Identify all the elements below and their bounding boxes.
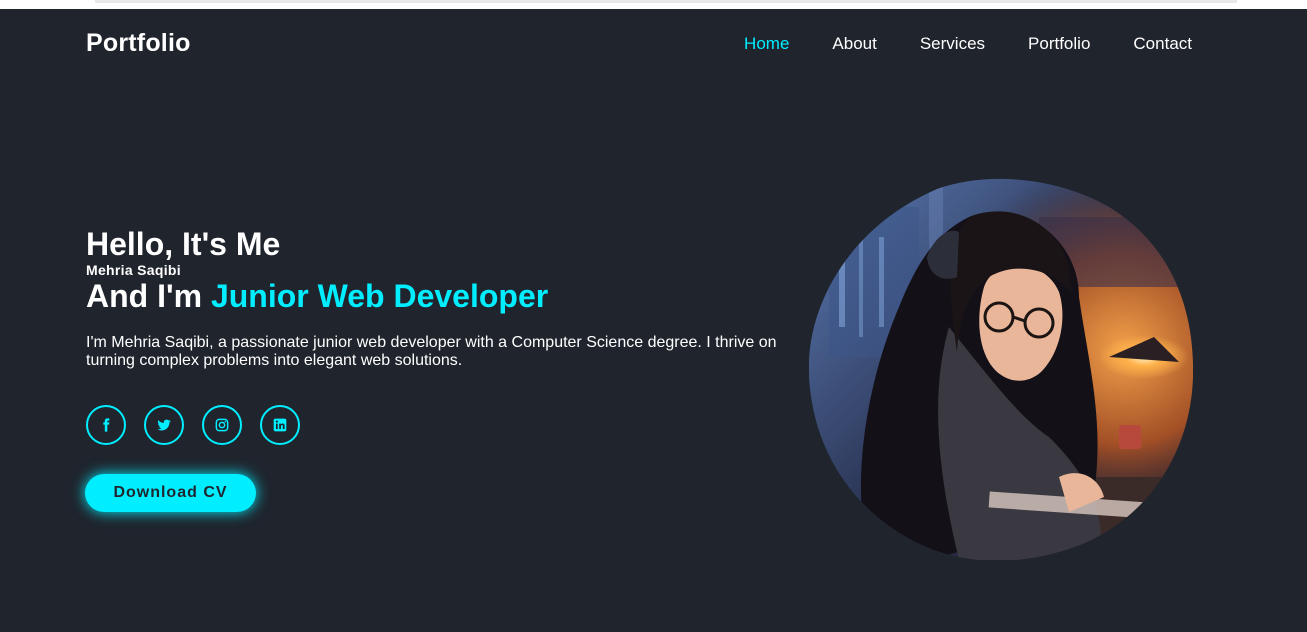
download-cv-button[interactable]: Download CV (85, 474, 256, 512)
twitter-link[interactable] (144, 405, 184, 445)
name-label: Mehria Saqibi (86, 262, 181, 278)
linkedin-link[interactable] (260, 405, 300, 445)
twitter-icon (157, 419, 171, 431)
logo[interactable]: Portfolio (86, 29, 191, 58)
facebook-link[interactable] (86, 405, 126, 445)
role-text: Junior Web Developer (210, 278, 549, 314)
home-section: Portfolio Home About Services Portfolio … (0, 9, 1307, 632)
instagram-link[interactable] (202, 405, 242, 445)
main-nav: Home About Services Portfolio Contact (744, 34, 1192, 54)
bio-text: I'm Mehria Saqibi, a passionate junior w… (86, 334, 777, 369)
profile-image (809, 178, 1193, 560)
linkedin-icon (273, 418, 287, 432)
greeting-heading: Hello, It's Me (86, 226, 281, 262)
hero-content: Hello, It's Me Mehria Saqibi And I'm Jun… (86, 226, 786, 370)
facebook-icon (103, 418, 110, 432)
browser-top-strip (0, 0, 1307, 9)
instagram-icon (215, 418, 229, 432)
nav-about[interactable]: About (832, 34, 876, 54)
nav-contact[interactable]: Contact (1133, 34, 1192, 54)
social-links (86, 405, 300, 445)
role-prefix: And I'm (86, 278, 211, 314)
nav-portfolio[interactable]: Portfolio (1028, 34, 1090, 54)
role-heading: And I'm Junior Web Developer (86, 278, 786, 314)
nav-home[interactable]: Home (744, 34, 789, 54)
nav-services[interactable]: Services (920, 34, 985, 54)
scroll-track (95, 0, 1237, 3)
